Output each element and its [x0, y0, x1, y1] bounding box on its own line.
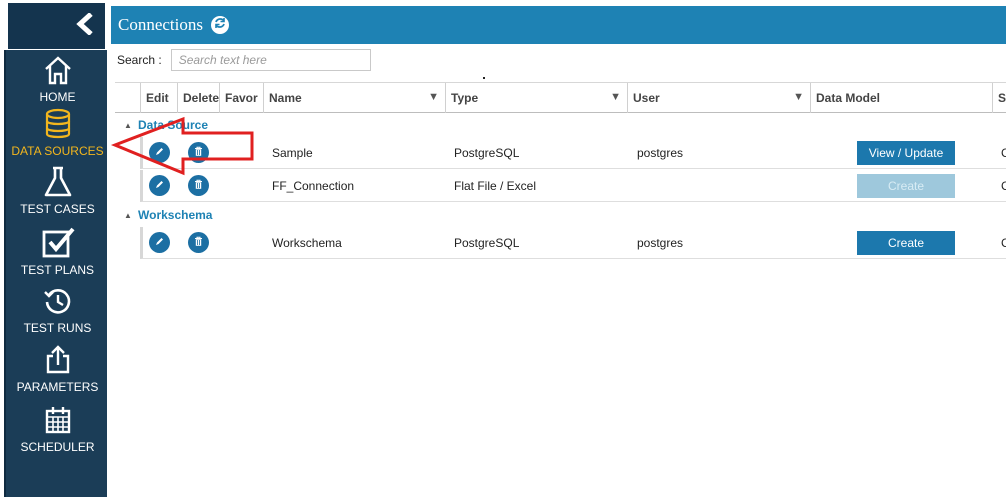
cursor-dot	[483, 77, 485, 79]
name-cell: Sample	[272, 145, 313, 160]
pencil-icon	[154, 236, 165, 250]
trash-icon	[193, 146, 204, 160]
group-header-data-source[interactable]: ▲ Data Source	[115, 113, 1006, 137]
database-icon	[40, 106, 76, 142]
name-cell: Workschema	[272, 235, 342, 250]
pencil-icon	[154, 146, 165, 160]
column-header-status[interactable]: St	[992, 83, 1006, 113]
type-cell: PostgreSQL	[454, 235, 520, 250]
search-input[interactable]	[170, 49, 371, 71]
sidebar-item-label: PARAMETERS	[16, 380, 99, 394]
name-cell: FF_Connection	[272, 178, 355, 193]
refresh-button[interactable]	[211, 16, 229, 34]
create-button: Create	[857, 173, 955, 198]
collapse-triangle-icon[interactable]: ▲	[124, 211, 138, 220]
collapse-triangle-icon[interactable]: ▲	[124, 121, 138, 130]
header-spacer	[115, 83, 140, 113]
trash-icon	[193, 236, 204, 250]
data-model-cell: View / Update	[857, 137, 955, 168]
sidebar-item-label: TEST CASES	[20, 202, 95, 216]
grid-header: Edit Delete Favor Name ▼ Type ▼ User ▼ Data…	[115, 82, 1006, 113]
sidebar-item-parameters[interactable]: PARAMETERS	[6, 342, 109, 394]
sidebar-item-label: DATA SOURCES	[11, 144, 104, 158]
sidebar-item-scheduler[interactable]: SCHEDULER	[6, 402, 109, 454]
user-cell: postgres	[637, 235, 684, 250]
chevron-left-icon	[75, 11, 95, 40]
edit-cell	[149, 170, 170, 201]
view-update-button[interactable]: View / Update	[857, 140, 955, 165]
page-title: Connections	[118, 15, 203, 34]
sidebar-item-label: TEST RUNS	[23, 321, 92, 335]
calendar-icon	[40, 402, 76, 438]
search-label: Search :	[117, 53, 162, 67]
group-header-workschema[interactable]: ▲ Workschema	[115, 203, 1006, 227]
export-icon	[40, 342, 76, 378]
delete-button[interactable]	[188, 142, 209, 163]
filter-icon[interactable]: ▼	[793, 91, 804, 103]
refresh-icon	[214, 16, 226, 34]
checkbox-icon	[40, 225, 76, 261]
type-cell: Flat File / Excel	[454, 178, 537, 193]
filter-icon[interactable]: ▼	[428, 91, 439, 103]
sidebar-item-label: HOME	[39, 90, 76, 104]
edit-cell	[149, 227, 170, 258]
table-row: Sample PostgreSQL postgres View / Update…	[140, 137, 1006, 169]
user-cell: postgres	[637, 145, 684, 160]
sidebar-item-label: SCHEDULER	[20, 440, 95, 454]
edit-button[interactable]	[149, 142, 170, 163]
delete-cell	[188, 137, 209, 168]
column-header-data-model[interactable]: Data Model	[810, 83, 992, 113]
sidebar-nav: HOME DATA SOURCES TEST CASES TEST PLANS …	[4, 50, 107, 497]
group-name: Data Source	[138, 118, 209, 132]
page-header: Connections	[111, 6, 1006, 44]
edit-button[interactable]	[149, 232, 170, 253]
search-bar: Search :	[117, 49, 371, 71]
home-icon	[40, 52, 76, 88]
create-button[interactable]: Create	[857, 230, 955, 255]
sidebar: HOME DATA SOURCES TEST CASES TEST PLANS …	[0, 0, 111, 497]
filter-icon[interactable]: ▼	[610, 91, 621, 103]
column-header-type[interactable]: Type ▼	[445, 83, 627, 113]
sidebar-item-home[interactable]: HOME	[6, 52, 109, 104]
history-icon	[40, 283, 76, 319]
sidebar-item-test-plans[interactable]: TEST PLANS	[6, 225, 109, 277]
group-name: Workschema	[138, 208, 213, 222]
type-cell: PostgreSQL	[454, 145, 520, 160]
trash-icon	[193, 179, 204, 193]
column-header-edit[interactable]: Edit	[140, 83, 177, 113]
delete-button[interactable]	[188, 175, 209, 196]
data-model-cell: Create	[857, 227, 955, 258]
delete-cell	[188, 170, 209, 201]
delete-cell	[188, 227, 209, 258]
table-row: Workschema PostgreSQL postgres Create Co	[140, 227, 1006, 259]
column-header-favorite[interactable]: Favor	[219, 83, 263, 113]
column-header-user[interactable]: User ▼	[627, 83, 810, 113]
collapse-sidebar-button[interactable]	[8, 3, 105, 49]
pencil-icon	[154, 179, 165, 193]
status-cell: Co	[1001, 235, 1006, 250]
sidebar-item-data-sources[interactable]: DATA SOURCES	[6, 106, 109, 158]
column-header-delete[interactable]: Delete	[177, 83, 219, 113]
edit-cell	[149, 137, 170, 168]
column-header-name[interactable]: Name ▼	[263, 83, 445, 113]
table-row: FF_Connection Flat File / Excel Create C…	[140, 170, 1006, 202]
flask-icon	[40, 164, 76, 200]
edit-button[interactable]	[149, 175, 170, 196]
sidebar-item-test-runs[interactable]: TEST RUNS	[6, 283, 109, 335]
sidebar-item-test-cases[interactable]: TEST CASES	[6, 164, 109, 216]
delete-button[interactable]	[188, 232, 209, 253]
main-content: Connections Search : Edit Delete Favor N…	[111, 0, 1006, 497]
status-cell: Co	[1001, 145, 1006, 160]
data-model-cell: Create	[857, 170, 955, 201]
sidebar-item-label: TEST PLANS	[20, 263, 95, 277]
status-cell: Co	[1001, 178, 1006, 193]
